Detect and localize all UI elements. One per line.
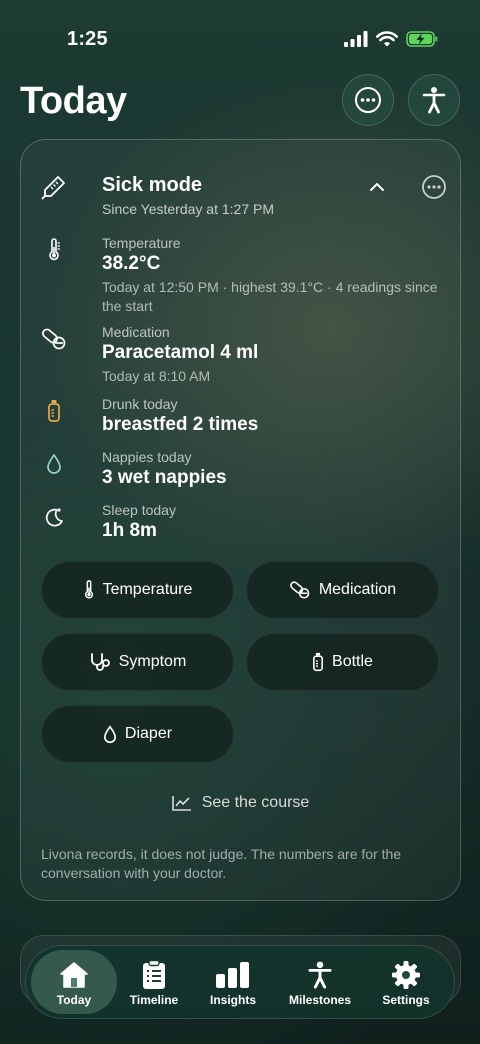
cellular-signal-icon (344, 31, 368, 47)
status-time: 1:25 (67, 28, 108, 50)
stat-nappies-today: Nappies today 3 wet nappies (41, 449, 440, 493)
card-title: Sick mode (102, 174, 203, 196)
disclaimer-text: Livona records, it does not judge. The n… (41, 846, 402, 881)
wifi-icon (376, 31, 398, 47)
page-title: Today (20, 80, 127, 122)
pill-label: Bottle (332, 653, 373, 670)
tab-label: Milestones (288, 993, 351, 1007)
tab-label: Today (56, 993, 92, 1007)
header: Today (20, 74, 460, 130)
add-temperature-button[interactable]: Temperature (41, 561, 234, 619)
stat-label: Nappies today (102, 449, 192, 465)
see-course-link[interactable]: See the course (21, 794, 460, 812)
chevron-up-icon (370, 183, 384, 191)
stat-detail: Today at 12:50 PM · highest 39.1°C · 4 r… (102, 279, 438, 314)
pill-label: Diaper (124, 725, 173, 742)
status-icons (344, 31, 438, 47)
pills-icon (41, 326, 67, 352)
stethoscope-icon (90, 653, 110, 671)
stat-value: Paracetamol 4 ml (102, 342, 259, 363)
tab-settings[interactable]: Settings (363, 950, 449, 1014)
add-diaper-button[interactable]: Diaper (41, 705, 234, 763)
stat-medication: Medication Paracetamol 4 ml Today at 8:1… (41, 324, 440, 384)
pill-label: Temperature (102, 581, 193, 598)
stat-value: 3 wet nappies (102, 467, 227, 488)
add-medication-button[interactable]: Medication (246, 561, 439, 619)
card-more-icon[interactable] (421, 174, 447, 200)
add-symptom-button[interactable]: Symptom (41, 633, 234, 691)
clipboard-list-icon (143, 960, 165, 989)
thermometer-icon (84, 580, 93, 599)
stat-temperature: Temperature 38.2°C Today at 12:50 PM · h… (41, 235, 440, 315)
bottle-icon (41, 398, 67, 424)
more-circle-icon (355, 87, 381, 113)
stat-value: breastfed 2 times (102, 414, 259, 435)
stat-detail: Today at 8:10 AM (102, 368, 211, 384)
person-icon (422, 87, 446, 114)
stat-value: 38.2°C (102, 253, 161, 274)
add-bottle-button[interactable]: Bottle (246, 633, 439, 691)
battery-charging-icon (406, 31, 438, 47)
stat-drunk-today: Drunk today breastfed 2 times (41, 396, 440, 440)
chart-line-icon (171, 796, 191, 811)
stat-label: Sleep today (102, 502, 176, 518)
tab-label: Insights (209, 993, 256, 1007)
tab-label: Settings (382, 993, 430, 1007)
house-icon (60, 962, 88, 988)
drop-icon (103, 724, 116, 743)
status-bar: 1:25 (0, 0, 480, 78)
thermometer-icon (41, 176, 65, 200)
tab-insights[interactable]: Insights (190, 950, 276, 1014)
stat-label: Medication (102, 324, 170, 340)
bar-chart-icon (216, 962, 249, 988)
card-subtitle: Since Yesterday at 1:27 PM (102, 201, 274, 217)
stat-label: Drunk today (102, 396, 178, 412)
tab-timeline[interactable]: Timeline (111, 950, 197, 1014)
stat-value: 1h 8m (102, 520, 157, 541)
thermometer-icon (41, 237, 67, 263)
pills-icon (289, 581, 310, 599)
tab-today[interactable]: Today (31, 950, 117, 1014)
tab-bar: Today Timeline Insights Milestones Setti… (25, 945, 455, 1019)
bottle-icon (313, 652, 323, 672)
see-course-label: See the course (201, 794, 310, 811)
card-header: Sick mode Since Yesterday at 1:27 PM (41, 172, 446, 220)
drop-icon (41, 451, 67, 477)
stat-label: Temperature (102, 235, 181, 251)
tab-milestones[interactable]: Milestones (277, 950, 363, 1014)
profile-button[interactable] (408, 74, 460, 126)
sick-mode-card: Sick mode Since Yesterday at 1:27 PM Tem… (20, 139, 461, 901)
collapse-button[interactable] (366, 176, 388, 198)
person-icon (308, 961, 332, 989)
pill-label: Symptom (118, 653, 187, 670)
moon-icon (41, 504, 67, 530)
gear-icon (392, 961, 420, 989)
tab-label: Timeline (129, 993, 179, 1007)
pill-label: Medication (318, 581, 397, 598)
more-options-button[interactable] (342, 74, 394, 126)
stat-sleep-today: Sleep today 1h 8m (41, 502, 440, 546)
